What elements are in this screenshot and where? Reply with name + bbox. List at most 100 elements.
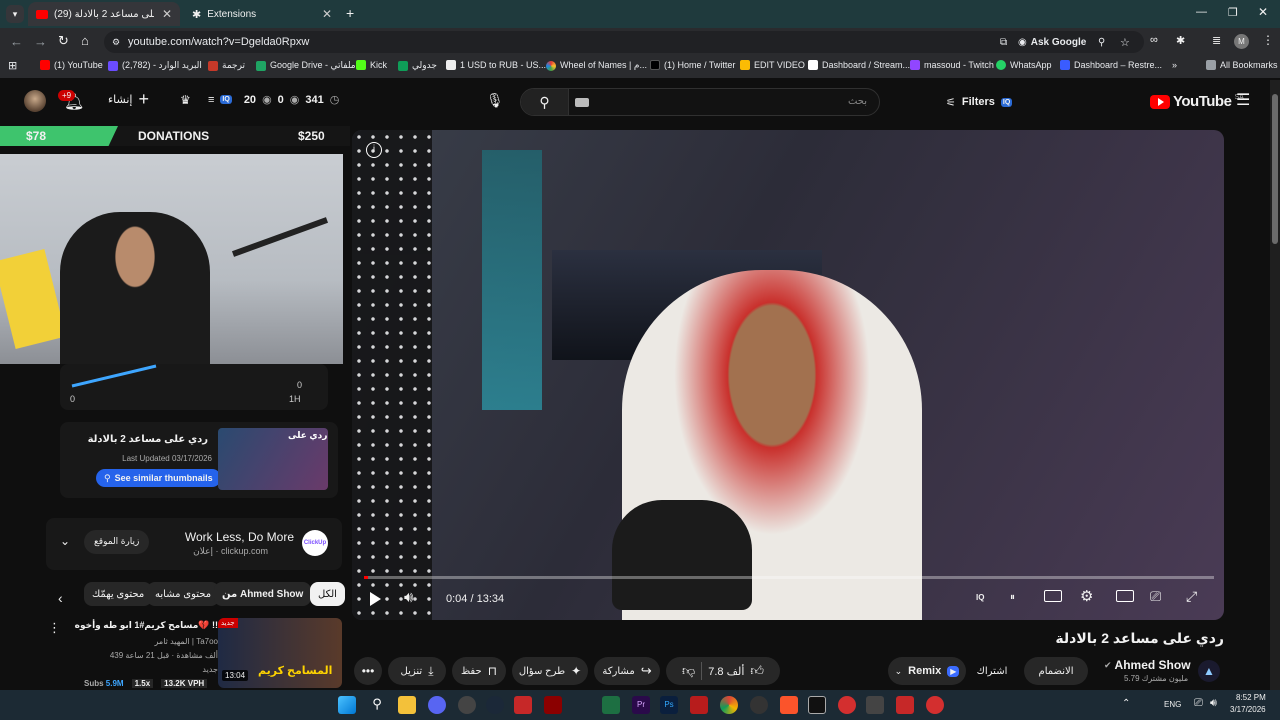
more-options-icon[interactable]: ⋮ <box>48 620 61 636</box>
bookmark-table[interactable]: جدولي <box>398 60 437 71</box>
rec-thumbnail[interactable]: المسامح كريم جديد 13:04 <box>218 618 342 688</box>
bookmark-whatsapp[interactable]: WhatsApp <box>996 60 1052 70</box>
all-bookmarks[interactable]: All Bookmarks <box>1206 60 1278 70</box>
tab-search-button[interactable]: ▾ <box>6 5 24 23</box>
mic-icon[interactable]: 🎙︎ <box>486 92 504 109</box>
info-icon[interactable]: i <box>366 142 382 158</box>
like-icon[interactable]: 👍︎ <box>750 663 764 679</box>
home-icon[interactable]: ⌂ <box>81 33 89 48</box>
expand-ad-icon[interactable]: ⌄ <box>60 534 70 548</box>
share-button[interactable]: مشاركة ↪ <box>594 657 660 685</box>
menu-kebab-icon[interactable]: ⋮ <box>1262 33 1274 47</box>
bookmark-usd[interactable]: 1 USD to RUB - US... <box>446 60 546 70</box>
close-window-icon[interactable]: ✕ <box>1258 5 1268 19</box>
ask-button[interactable]: طرح سؤال ✦ <box>512 657 588 685</box>
search-input[interactable]: بحث <box>848 96 867 107</box>
see-similar-thumbnails-button[interactable]: ⚲ See similar thumbnails <box>96 469 221 487</box>
vidiq-stats[interactable]: ≡ IQ 20 ◉ 0 ◉ 341 ◷ <box>208 93 339 107</box>
bookmark-dashboard-stream[interactable]: Dashboard / Stream... <box>808 60 910 70</box>
vidiq-player-icon[interactable]: IQ <box>976 593 984 602</box>
join-button[interactable]: الانضمام <box>1024 657 1088 685</box>
bookmark-wheel[interactable]: Wheel of Names | م... <box>546 60 647 71</box>
discord-icon[interactable] <box>428 696 446 714</box>
settings-gear-icon[interactable]: ⚙ <box>1080 587 1093 605</box>
app-red-icon[interactable] <box>544 696 562 714</box>
clickup-logo[interactable]: ClickUp <box>302 530 328 556</box>
bookmark-youtube[interactable]: (1) YouTube <box>40 60 103 70</box>
app-gallery-icon[interactable] <box>690 696 708 714</box>
apps-grid-icon[interactable]: ⊞ <box>8 59 17 72</box>
bookmark-drive[interactable]: Google Drive - ملفاتي <box>256 60 356 71</box>
app-active-icon[interactable] <box>866 696 884 714</box>
bookmark-translate[interactable]: ترجمة <box>208 60 245 71</box>
clock-time[interactable]: 8:52 PM <box>1236 693 1266 702</box>
new-tab-icon[interactable]: + <box>346 5 354 21</box>
reload-icon[interactable]: ↻ <box>58 33 69 49</box>
keyboard-icon[interactable] <box>575 98 589 107</box>
video-player[interactable]: i 🔊︎ 0:04 / 13:34 IQ ⏸ ⚙ ⎚ ⤢ <box>352 130 1224 620</box>
download-button[interactable]: تنزيل ⤓ <box>388 657 446 685</box>
ask-google-button[interactable]: ◉ Ask Google <box>1018 37 1086 48</box>
app-eu-icon[interactable] <box>514 696 532 714</box>
install-icon[interactable]: ⧉ <box>1000 37 1007 48</box>
excel-icon[interactable] <box>602 696 620 714</box>
bookmark-restream[interactable]: Dashboard – Restre... <box>1060 60 1162 70</box>
photoshop-icon[interactable]: Ps <box>660 696 678 714</box>
chip-related[interactable]: محتوى يهمّك <box>84 582 153 606</box>
visit-site-button[interactable]: زيارة الموقع <box>84 530 150 554</box>
filters-button[interactable]: ⚟ Filters IQ <box>938 88 1020 116</box>
ad-card[interactable]: ⌄ زيارة الموقع Work Less, Do More إعلان … <box>46 518 342 570</box>
extension-glasses-icon[interactable]: ∞ <box>1150 34 1158 46</box>
bookmark-twitter[interactable]: (1) Home / Twitter <box>650 60 735 70</box>
bookmark-star-icon[interactable]: ☆ <box>1120 36 1130 49</box>
chip-from-channel[interactable]: من Ahmed Show <box>214 582 312 606</box>
subscribe-button[interactable]: اشتراك <box>966 657 1018 685</box>
capcut-icon[interactable] <box>808 696 826 714</box>
progress-bar[interactable] <box>364 576 1214 579</box>
app-red-circle-icon[interactable] <box>838 696 856 714</box>
channel-name[interactable]: ✔ Ahmed Show <box>1104 658 1191 672</box>
extensions-icon[interactable]: ✱ <box>1176 34 1185 47</box>
site-info-icon[interactable]: ⚙ <box>112 37 120 48</box>
search-icon[interactable]: ⚲ <box>368 696 386 714</box>
chip-all[interactable]: الكل <box>310 582 345 606</box>
bookmark-edit-video[interactable]: EDIT VIDEO <box>740 60 805 70</box>
hamburger-menu-icon[interactable]: ☰ <box>1236 90 1250 110</box>
tray-chevron-icon[interactable]: ⌃ <box>1122 698 1130 709</box>
app-circle-icon[interactable] <box>750 696 768 714</box>
scrollbar-thumb[interactable] <box>1272 94 1278 244</box>
search-button[interactable]: ⚲ <box>521 89 569 115</box>
chrome-icon[interactable] <box>720 696 738 714</box>
tab-extensions[interactable]: ✱ Extensions ✕ <box>184 2 340 26</box>
save-button[interactable]: حفظ ⊓ <box>452 657 506 685</box>
file-explorer-icon[interactable] <box>398 696 416 714</box>
dislike-icon[interactable]: 👎︎ <box>682 663 695 679</box>
remix-button[interactable]: ⌄ Remix ▶ <box>888 657 966 685</box>
clock-date[interactable]: 3/17/2026 <box>1230 705 1266 714</box>
url-field[interactable]: ⚙ youtube.com/watch?v=Dgelda0Rpxw ⧉ ◉ Ask… <box>104 31 1144 53</box>
avatar[interactable] <box>24 90 46 112</box>
media-player-icon[interactable] <box>458 696 476 714</box>
profile-avatar[interactable]: M <box>1234 34 1249 49</box>
windows-start-icon[interactable] <box>338 696 356 714</box>
bookmark-twitch[interactable]: massoud - Twitch <box>910 60 994 70</box>
subtitles-icon[interactable] <box>1044 590 1062 602</box>
cast-icon[interactable]: ⎚ <box>1150 588 1161 605</box>
network-icon[interactable]: ⎚ <box>1194 697 1203 710</box>
speaker-icon[interactable]: 🔊︎ <box>1210 697 1217 710</box>
bookmark-mail[interactable]: (2,782) - البريد الوارد <box>108 60 202 71</box>
premiere-icon[interactable]: Pr <box>632 696 650 714</box>
play-icon[interactable] <box>370 592 381 606</box>
brave-icon[interactable] <box>780 696 798 714</box>
close-tab-icon[interactable]: ✕ <box>162 7 172 21</box>
chips-prev-icon[interactable]: ‹ <box>58 590 63 606</box>
create-button[interactable]: إنشاء + <box>108 90 149 108</box>
youtube-logo[interactable]: YouTube SA <box>1150 93 1244 110</box>
close-tab-icon[interactable]: ✕ <box>322 7 332 21</box>
tab-youtube[interactable]: (29) ردي على مساعد 2 بالادلة ✕ <box>28 2 180 26</box>
page-scrollbar[interactable] <box>1270 80 1280 690</box>
bookmark-kick[interactable]: Kick <box>356 60 387 70</box>
minimize-icon[interactable]: — <box>1196 6 1207 18</box>
thumbnail-image[interactable]: ردي على <box>218 428 328 490</box>
more-actions-button[interactable]: ••• <box>354 657 382 685</box>
